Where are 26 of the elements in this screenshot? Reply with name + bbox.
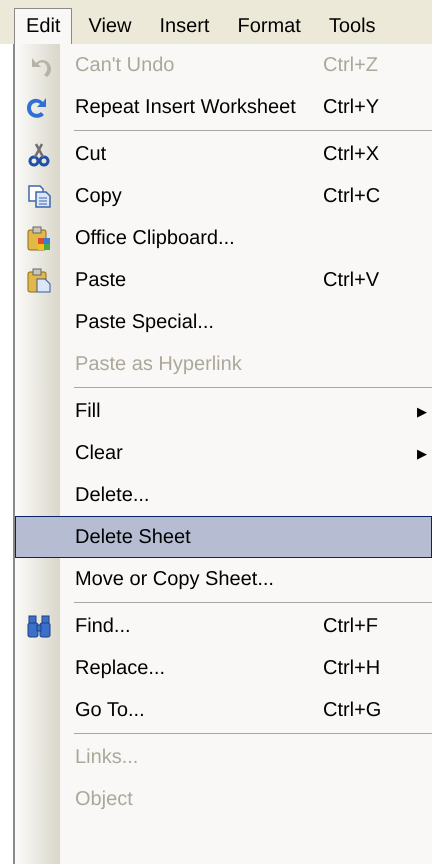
- menu-item[interactable]: Clear ▶: [15, 432, 432, 474]
- menu-item[interactable]: Replace... Ctrl+H: [15, 647, 432, 689]
- menu-bar-item[interactable]: Edit: [14, 8, 72, 44]
- scissors-icon: [26, 141, 52, 167]
- menu-item[interactable]: Paste Special...: [15, 301, 432, 343]
- highlighted-menu-item[interactable]: Delete Sheet: [15, 516, 432, 558]
- menu-item[interactable]: Find... Ctrl+F: [15, 605, 432, 647]
- menu-item[interactable]: Cut Ctrl+X: [15, 133, 432, 175]
- menu-item[interactable]: Paste Ctrl+V: [15, 259, 432, 301]
- submenu-arrow-icon: ▶: [417, 404, 427, 418]
- paste-icon: [26, 267, 52, 293]
- menu-item[interactable]: Copy Ctrl+C: [15, 175, 432, 217]
- copy-icon: [26, 183, 52, 209]
- binoculars-icon: [26, 613, 52, 639]
- menu-bar-item[interactable]: View: [76, 8, 144, 44]
- menu-bar-item[interactable]: Insert: [147, 8, 222, 44]
- menu-item[interactable]: Repeat Insert Worksheet Ctrl+Y: [15, 86, 432, 128]
- menu-item[interactable]: Fill ▶: [15, 390, 432, 432]
- clipboard-icon: [26, 225, 52, 251]
- menu-bar-item[interactable]: Format: [226, 8, 313, 44]
- menu-bar-item[interactable]: Tools: [316, 8, 388, 44]
- menu-item[interactable]: Go To... Ctrl+G: [15, 689, 432, 731]
- submenu-arrow-icon: ▶: [417, 446, 427, 460]
- menu-item[interactable]: Delete...: [15, 474, 432, 516]
- menu-item[interactable]: Office Clipboard...: [15, 217, 432, 259]
- menu-item[interactable]: Move or Copy Sheet...: [15, 558, 432, 600]
